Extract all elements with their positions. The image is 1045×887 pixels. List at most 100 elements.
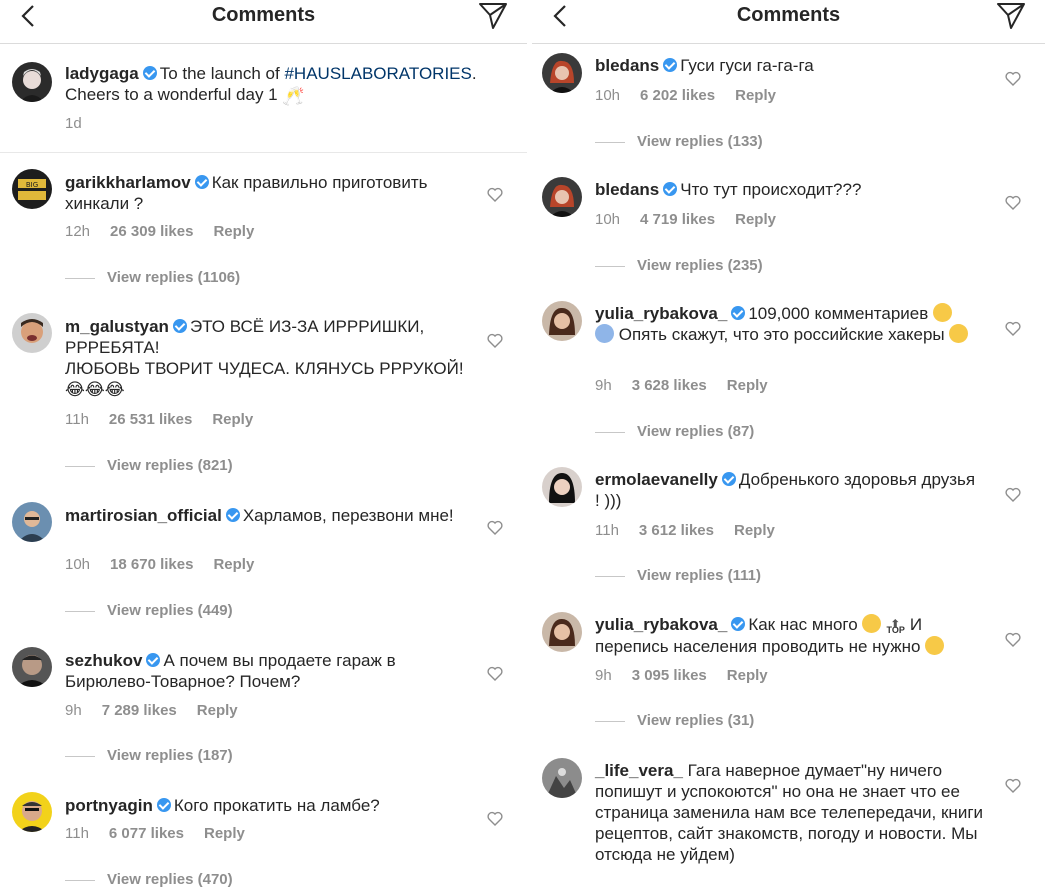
comment-meta: 9h 3 628 likes Reply — [595, 377, 768, 394]
champagne-emoji: 🥂 — [282, 86, 305, 106]
comment-text: sezhukov А почем вы продаете гараж в Бирю… — [65, 651, 396, 691]
avatar[interactable] — [542, 612, 582, 652]
avatar[interactable] — [12, 792, 52, 832]
page-title: Comments — [736, 4, 841, 26]
verified-icon — [731, 617, 746, 631]
caption-text: ladygaga To the launch of #HAUSLABORATORI… — [65, 64, 477, 106]
hug-emoji — [862, 614, 882, 633]
avatar[interactable] — [542, 467, 582, 507]
username[interactable]: yulia_rybakova_ — [595, 615, 727, 634]
verified-icon — [663, 58, 678, 72]
flushed-emoji — [933, 303, 953, 322]
reply-button[interactable]: Reply — [197, 702, 238, 719]
heart-icon[interactable] — [487, 333, 503, 348]
verified-icon — [172, 319, 187, 333]
likes-count[interactable]: 3 095 likes — [632, 667, 707, 684]
username[interactable]: sezhukov — [65, 651, 142, 670]
avatar[interactable] — [12, 62, 52, 102]
view-replies-button[interactable]: View replies (187) — [65, 747, 233, 764]
avatar[interactable] — [12, 313, 52, 353]
comment-meta: 11h 6 077 likes Reply — [65, 825, 245, 842]
likes-count[interactable]: 18 670 likes — [110, 556, 193, 573]
verified-icon — [194, 175, 209, 189]
verified-icon — [225, 508, 240, 522]
username[interactable]: ladygaga — [65, 64, 139, 83]
reply-button[interactable]: Reply — [727, 667, 768, 684]
heart-icon[interactable] — [487, 520, 503, 535]
comment-meta: 11h 3 612 likes Reply — [595, 522, 775, 539]
view-replies-button[interactable]: View replies (133) — [595, 133, 763, 150]
avatar[interactable] — [12, 502, 52, 542]
avatar[interactable] — [542, 53, 582, 93]
likes-count[interactable]: 3 628 likes — [632, 377, 707, 394]
verified-icon — [731, 306, 746, 320]
reply-button[interactable]: Reply — [734, 522, 775, 539]
reply-button[interactable]: Reply — [735, 87, 776, 104]
view-replies-button[interactable]: View replies (470) — [65, 871, 233, 887]
heart-icon[interactable] — [1005, 778, 1021, 793]
username[interactable]: m_galustyan — [65, 317, 169, 336]
view-replies-button[interactable]: View replies (1106) — [65, 269, 240, 286]
reply-button[interactable]: Reply — [735, 211, 776, 228]
heart-icon[interactable] — [487, 187, 503, 202]
hashtag-link[interactable]: #HAUSLABORATORIES — [284, 64, 471, 83]
heart-icon[interactable] — [487, 666, 503, 681]
avatar[interactable] — [542, 301, 582, 341]
likes-count[interactable]: 26 531 likes — [109, 411, 192, 428]
heart-icon[interactable] — [1005, 321, 1021, 336]
comment-text: portnyagin Кого прокатить на ламбе? — [65, 796, 380, 815]
likes-count[interactable]: 4 719 likes — [640, 211, 715, 228]
comment-meta: 10h 6 202 likes Reply — [595, 87, 776, 104]
comment-meta: 9h 7 289 likes Reply — [65, 702, 238, 719]
username[interactable]: ermolaevanelly — [595, 470, 718, 489]
heart-icon[interactable] — [1005, 487, 1021, 502]
comment-text: m_galustyan ЭТО ВСЁ ИЗ-ЗА ИРРРИШКИ, РРРЕБ… — [65, 317, 464, 399]
send-icon[interactable] — [995, 1, 1027, 31]
heart-icon[interactable] — [1005, 71, 1021, 86]
reply-button[interactable]: Reply — [727, 377, 768, 394]
avatar[interactable]: BIG — [12, 169, 52, 209]
view-replies-button[interactable]: View replies (235) — [595, 257, 763, 274]
username[interactable]: yulia_rybakova_ — [595, 304, 727, 323]
username[interactable]: martirosian_official — [65, 506, 222, 525]
view-replies-button[interactable]: View replies (87) — [595, 423, 754, 440]
view-replies-button[interactable]: View replies (111) — [595, 567, 761, 584]
view-replies-button[interactable]: View replies (449) — [65, 602, 233, 619]
likes-count[interactable]: 6 202 likes — [640, 87, 715, 104]
avatar[interactable] — [542, 177, 582, 217]
username[interactable]: _life_vera_ — [595, 761, 683, 780]
laughing-emoji — [949, 324, 969, 343]
heart-icon[interactable] — [1005, 195, 1021, 210]
comment-text: _life_vera_ Гага наверное думает"ну ниче… — [595, 761, 984, 864]
verified-icon — [142, 66, 157, 80]
comment-text: martirosian_official Харламов, перезвони … — [65, 506, 454, 525]
avatar[interactable] — [542, 758, 582, 798]
verified-icon — [721, 472, 736, 486]
caption-meta: 1d — [65, 115, 82, 132]
laughing-emoji: 😂😂😂 — [65, 380, 125, 399]
avatar[interactable] — [12, 647, 52, 687]
likes-count[interactable]: 26 309 likes — [110, 223, 193, 240]
username[interactable]: bledans — [595, 56, 659, 75]
heart-icon[interactable] — [1005, 632, 1021, 647]
likes-count[interactable]: 7 289 likes — [102, 702, 177, 719]
comment-text: bledans Гуси гуси га-га-га — [595, 56, 814, 75]
likes-count[interactable]: 6 077 likes — [109, 825, 184, 842]
reply-button[interactable]: Reply — [212, 411, 253, 428]
reply-button[interactable]: Reply — [213, 556, 254, 573]
top-arrow-emoji: TOP — [886, 611, 905, 637]
view-replies-button[interactable]: View replies (821) — [65, 457, 233, 474]
view-replies-button[interactable]: View replies (31) — [595, 712, 754, 729]
comment-meta: 10h 4 719 likes Reply — [595, 211, 776, 228]
page-title: Comments — [211, 4, 316, 26]
verified-icon — [146, 653, 161, 667]
reply-button[interactable]: Reply — [204, 825, 245, 842]
reply-button[interactable]: Reply — [213, 223, 254, 240]
likes-count[interactable]: 3 612 likes — [639, 522, 714, 539]
username[interactable]: portnyagin — [65, 796, 153, 815]
comment-meta: 12h 26 309 likes Reply — [65, 223, 255, 240]
username[interactable]: bledans — [595, 180, 659, 199]
send-icon[interactable] — [477, 1, 509, 31]
username[interactable]: garikkharlamov — [65, 173, 191, 192]
heart-icon[interactable] — [487, 811, 503, 826]
